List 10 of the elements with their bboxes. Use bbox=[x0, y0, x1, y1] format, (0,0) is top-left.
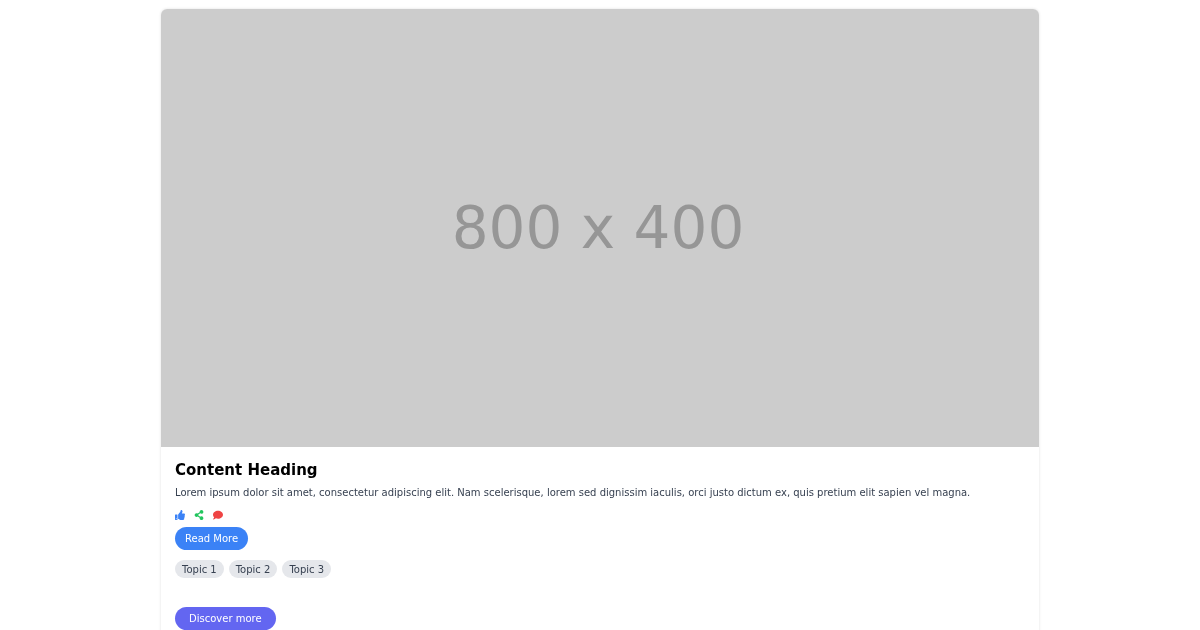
description: Lorem ipsum dolor sit amet, consectetur adipiscing elit. Nam scelerisque, lorem sed dignissim iaculis, orci justo dictum ex, quis pretium elit sapien vel magna. bbox=[175, 486, 971, 500]
share-icon[interactable] bbox=[194, 510, 204, 520]
discover-more-button[interactable]: Discover more bbox=[175, 607, 276, 630]
topic-tag: Topic 1 bbox=[175, 560, 224, 578]
thumbs-up-icon[interactable] bbox=[175, 510, 185, 520]
speech-bubble-icon[interactable] bbox=[213, 510, 223, 520]
topic-tag: Topic 2 bbox=[228, 560, 278, 578]
content-heading: Content Heading bbox=[175, 461, 318, 479]
topic-tag: Topic 3 bbox=[282, 560, 332, 578]
read-more-button[interactable]: Read More bbox=[175, 527, 249, 550]
